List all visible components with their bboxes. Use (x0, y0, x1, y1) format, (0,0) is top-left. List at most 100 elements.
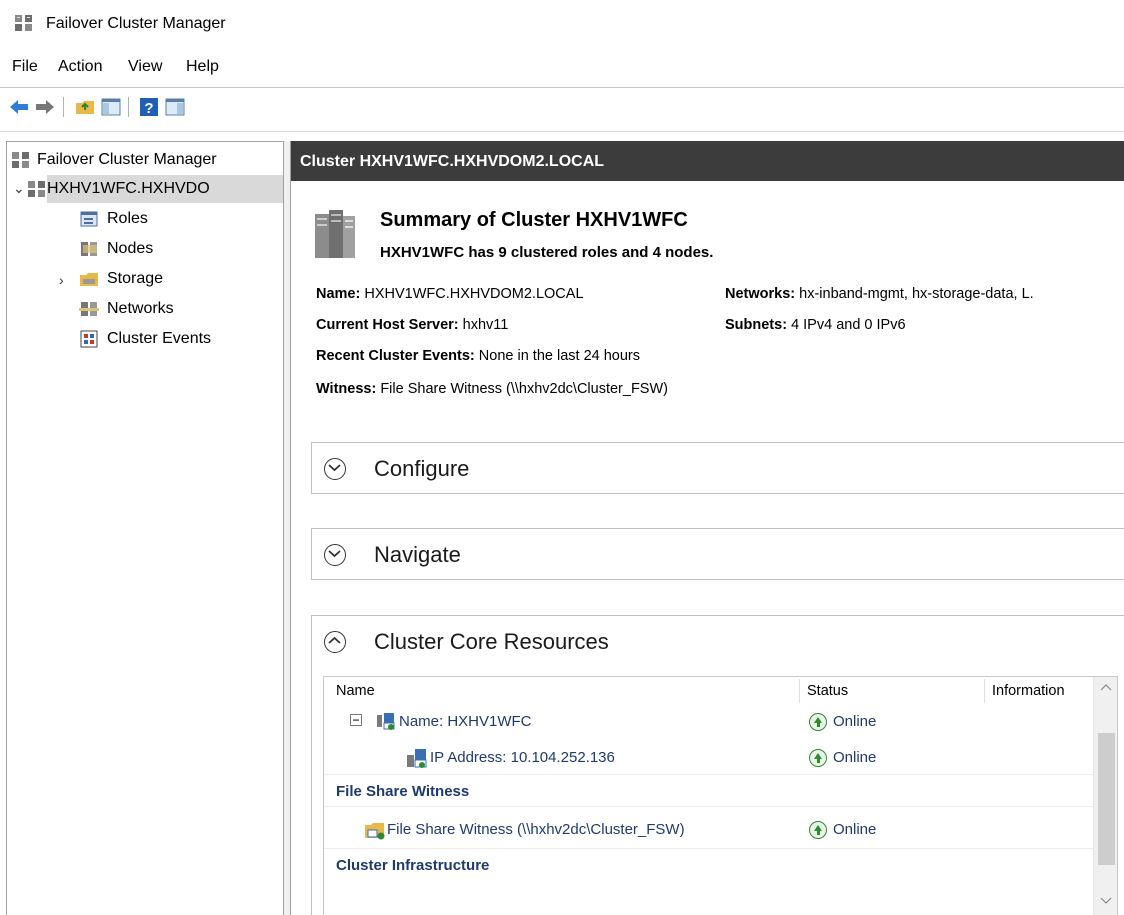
info-events-label: Recent Cluster Events: (316, 348, 475, 364)
tree-label: HXHV1WFC.HXHVDO (47, 180, 210, 197)
tree-item-root[interactable]: Failover Cluster Manager (7, 146, 283, 174)
info-name-value: HXHV1WFC.HXHVDOM2.LOCAL (364, 286, 584, 302)
section-title: Navigate (374, 542, 461, 567)
tree-item-networks[interactable]: Networks (79, 295, 279, 323)
menu-view[interactable]: View (128, 58, 162, 76)
info-host: Current Host Server: hxhv11 (316, 317, 508, 333)
menu-bar: File Action View Help (0, 52, 1124, 82)
core-resources-grid: Name Status Information Name: HXHV1WFC O… (323, 676, 1118, 915)
info-networks-label: Networks: (725, 286, 796, 302)
console-tree: Failover Cluster Manager HXHV1WFC.HXHVDO… (6, 141, 284, 915)
title-bar: Failover Cluster Manager (0, 0, 1124, 50)
file-share-witness-icon (365, 823, 385, 840)
cluster-header-title: Cluster HXHV1WFC.HXHVDOM2.LOCAL (300, 153, 605, 170)
info-host-label: Current Host Server: (316, 317, 459, 333)
resource-name: IP Address: 10.104.252.136 (430, 749, 615, 766)
info-name-label: Name: (316, 286, 361, 302)
nodes-icon (81, 242, 97, 256)
menu-file[interactable]: File (12, 58, 38, 76)
online-status-icon (809, 713, 827, 731)
summary-title: Summary of Cluster HXHV1WFC (380, 209, 688, 231)
results-pane: Cluster HXHV1WFC.HXHVDOM2.LOCAL Summary … (290, 141, 1124, 915)
expand-circle-icon[interactable] (324, 544, 346, 566)
group-row: Cluster Infrastructure (324, 849, 1094, 881)
grid-vertical-scrollbar[interactable] (1093, 677, 1117, 915)
info-witness-value: File Share Witness (\\hxhv2dc\Cluster_FS… (380, 381, 668, 397)
info-events-value: None in the last 24 hours (478, 348, 640, 364)
cluster-header: Cluster HXHV1WFC.HXHVDOM2.LOCAL (291, 141, 1124, 181)
scroll-up-arrow-icon[interactable] (1100, 683, 1112, 691)
scrollbar-thumb[interactable] (1098, 733, 1115, 865)
tree-item-storage[interactable]: Storage (79, 265, 279, 293)
menu-action[interactable]: Action (58, 58, 102, 76)
resource-status: Online (833, 713, 877, 730)
tree-item-cluster[interactable]: HXHV1WFC.HXHVDO (47, 175, 283, 203)
show-hide-action-pane-icon[interactable] (164, 96, 186, 118)
grid-header: Name Status Information (324, 677, 1094, 705)
info-networks: Networks: hx-inband-mgmt, hx-storage-dat… (725, 286, 1034, 302)
info-subnets-label: Subnets: (725, 317, 788, 333)
back-arrow-icon[interactable] (8, 96, 30, 118)
column-header-name[interactable]: Name (336, 683, 375, 699)
info-witness: Witness: File Share Witness (\\hxhv2dc\C… (316, 381, 668, 397)
expand-circle-icon[interactable] (324, 458, 346, 480)
up-folder-icon[interactable] (74, 96, 96, 118)
info-events: Recent Cluster Events: None in the last … (316, 348, 640, 364)
table-row[interactable]: IP Address: 10.104.252.136 Online (324, 735, 1094, 775)
cluster-icon (28, 181, 45, 197)
tree-label: Networks (107, 300, 174, 317)
online-status-icon (809, 821, 827, 839)
online-status-icon (809, 749, 827, 767)
collapse-chevron-icon[interactable]: ⌄ (13, 180, 25, 197)
column-header-information[interactable]: Information (992, 683, 1065, 699)
content-divider (0, 131, 1124, 132)
failover-cluster-manager-icon (12, 152, 29, 168)
tree-label: Nodes (107, 240, 154, 257)
info-networks-value: hx-inband-mgmt, hx-storage-data, L. (799, 286, 1034, 302)
tree-item-cluster-events[interactable]: Cluster Events (79, 325, 279, 353)
collapse-circle-icon[interactable] (324, 631, 346, 653)
networks-icon (79, 302, 99, 316)
window-title: Failover Cluster Manager (46, 15, 226, 32)
scroll-down-arrow-icon[interactable] (1100, 897, 1112, 905)
show-hide-console-tree-icon[interactable] (100, 96, 122, 118)
network-name-icon (377, 713, 395, 730)
column-separator[interactable] (984, 679, 985, 703)
collapse-minus-icon[interactable] (350, 714, 362, 726)
info-subnets-value: 4 IPv4 and 0 IPv6 (791, 317, 906, 333)
section-navigate[interactable]: Navigate (311, 528, 1124, 580)
summary-subtitle: HXHV1WFC has 9 clustered roles and 4 nod… (380, 244, 714, 261)
table-row[interactable]: Name: HXHV1WFC Online (324, 705, 1094, 735)
toolbar-separator (63, 97, 64, 117)
toolbar-separator (128, 97, 129, 117)
section-configure[interactable]: Configure (311, 442, 1124, 494)
help-icon[interactable]: ? (138, 96, 160, 118)
info-name: Name: HXHV1WFC.HXHVDOM2.LOCAL (316, 286, 584, 302)
group-label: File Share Witness (336, 783, 470, 800)
roles-icon (80, 211, 98, 227)
toolbar: ? (0, 87, 1124, 127)
tree-item-roles[interactable]: Roles (79, 205, 279, 233)
info-host-value: hxhv11 (462, 317, 509, 333)
tree-item-nodes[interactable]: Nodes (79, 235, 279, 263)
tree-label: Cluster Events (107, 330, 212, 347)
expand-chevron-icon[interactable]: › (59, 272, 64, 288)
tree-label: Roles (107, 210, 148, 227)
info-witness-label: Witness: (316, 381, 377, 397)
cluster-summary-icon (315, 210, 355, 258)
cluster-events-icon (80, 330, 98, 348)
resource-status: Online (833, 749, 877, 766)
menu-help[interactable]: Help (186, 58, 219, 76)
svg-text:?: ? (144, 100, 153, 117)
tree-label: Failover Cluster Manager (37, 151, 217, 168)
table-row[interactable]: File Share Witness (\\hxhv2dc\Cluster_FS… (324, 807, 1094, 849)
column-header-status[interactable]: Status (807, 683, 848, 699)
group-label: Cluster Infrastructure (336, 857, 490, 874)
section-title[interactable]: Cluster Core Resources (374, 629, 609, 655)
tree-label: Storage (107, 270, 164, 287)
forward-arrow-icon[interactable] (34, 96, 56, 118)
ip-address-icon (407, 749, 427, 768)
failover-cluster-app-icon (15, 15, 32, 31)
column-separator[interactable] (799, 679, 800, 703)
section-title: Configure (374, 456, 470, 481)
